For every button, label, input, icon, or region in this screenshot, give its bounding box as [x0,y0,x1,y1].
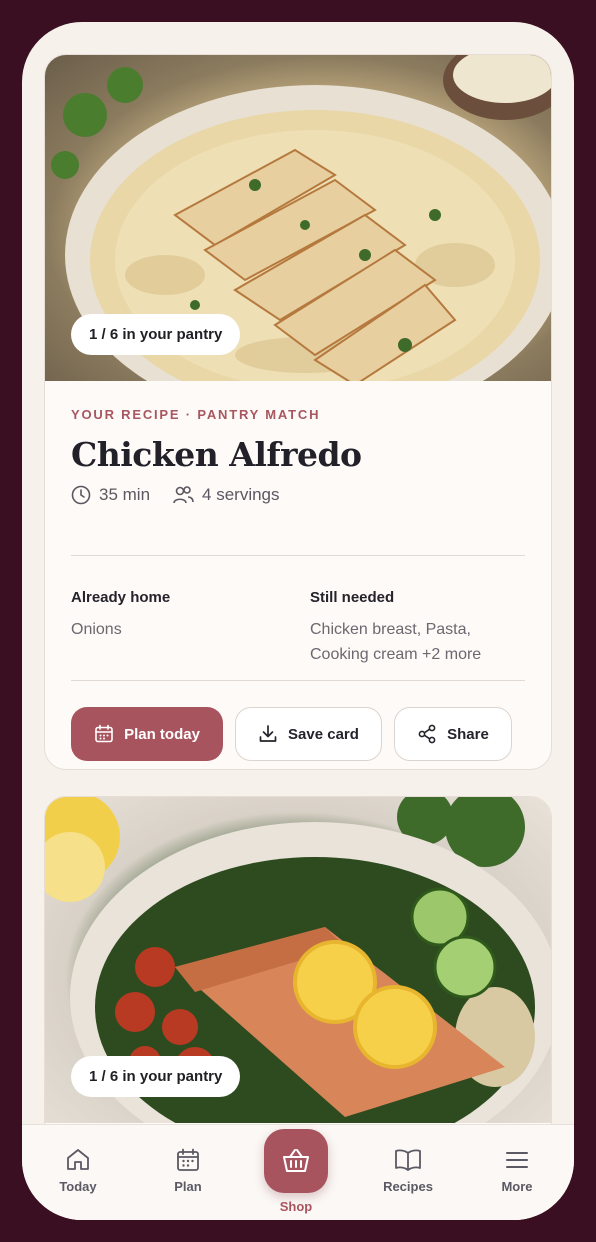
tab-more[interactable]: More [477,1147,557,1194]
tab-plan-label: Plan [174,1179,202,1194]
save-card-label: Save card [288,725,359,743]
recipe-card[interactable]: 1 / 6 in your pantry YOUR RECIPE · PANTR… [44,54,552,770]
already-home-label: Already home [71,589,171,606]
bottom-tab-bar: Today Plan Shop Recipes More [22,1124,574,1220]
download-icon [259,725,277,742]
share-label: Share [447,725,489,743]
servings: 4 servings [172,485,280,505]
tab-today[interactable]: Today [38,1147,118,1194]
tab-shop-label: Shop [279,1199,313,1214]
save-card-button[interactable]: Save card [235,707,382,761]
tab-plan[interactable]: Plan [148,1147,228,1194]
still-needed-label: Still needed [310,589,395,606]
share-icon [418,724,436,744]
pantry-match-chip: 1 / 6 in your pantry [71,1056,241,1097]
home-icon [67,1149,89,1170]
tab-recipes[interactable]: Recipes [368,1147,448,1194]
tab-shop[interactable] [264,1129,328,1193]
recipe-meta: 35 min 4 servings [71,485,302,505]
calendar-icon [95,724,113,743]
cook-time: 35 min [71,485,150,505]
plan-today-label: Plan today [124,725,200,743]
pantry-match-chip: 1 / 6 in your pantry [71,314,241,355]
divider [71,680,525,681]
clock-icon [71,485,91,505]
tab-today-label: Today [59,1179,97,1194]
book-icon [395,1149,421,1171]
tab-recipes-label: Recipes [383,1179,433,1194]
recipe-kicker: YOUR RECIPE · PANTRY MATCH [71,407,321,422]
share-button[interactable]: Share [394,707,512,761]
recipe-photo: 1 / 6 in your pantry [45,55,551,381]
cook-time-value: 35 min [99,485,151,504]
still-needed-items: Chicken breast, Pasta, Cooking cream +2 … [310,621,482,663]
calendar-icon [177,1148,199,1171]
basket-icon [283,1149,309,1172]
plan-today-button[interactable]: Plan today [71,707,223,761]
divider [71,555,525,556]
menu-icon [506,1152,528,1168]
already-home-items: Onions [71,621,122,638]
people-icon [173,486,194,504]
recipe-photo: 1 / 6 in your pantry [45,797,551,1123]
recipe-title: Chicken Alfredo [71,435,362,474]
tab-more-label: More [501,1179,533,1194]
phone-frame: 1 / 6 in your pantry YOUR RECIPE · PANTR… [0,0,596,1242]
servings-value: 4 servings [202,485,280,504]
app-screen: 1 / 6 in your pantry YOUR RECIPE · PANTR… [22,22,574,1220]
